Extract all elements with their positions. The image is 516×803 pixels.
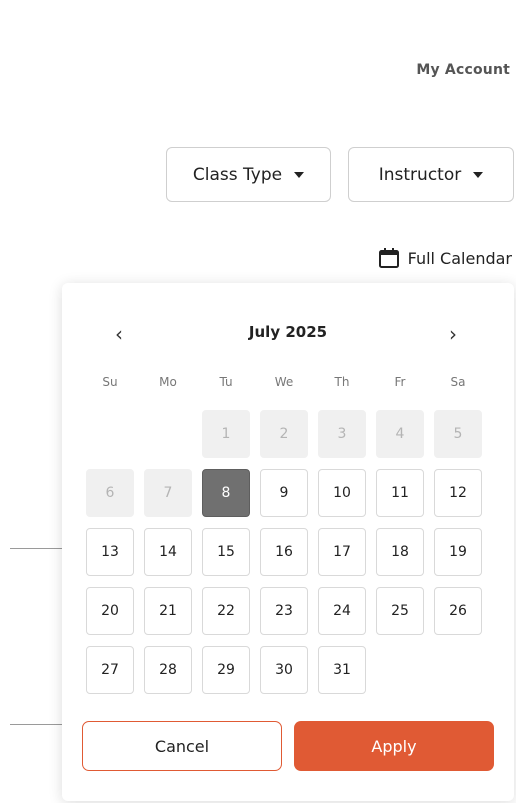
day-cell[interactable]: 28 (144, 646, 192, 694)
day-cell[interactable]: 12 (434, 469, 482, 517)
day-cell[interactable]: 20 (86, 587, 134, 635)
day-cell-disabled: 3 (318, 410, 366, 458)
day-cell[interactable]: 24 (318, 587, 366, 635)
day-cell-disabled: 2 (260, 410, 308, 458)
day-cell[interactable]: 29 (202, 646, 250, 694)
month-header: ‹ July 2025 › (62, 321, 514, 347)
day-cell[interactable]: 25 (376, 587, 424, 635)
day-cell[interactable]: 18 (376, 528, 424, 576)
day-cell[interactable]: 15 (202, 528, 250, 576)
apply-button[interactable]: Apply (294, 721, 494, 771)
day-cell-disabled: 5 (434, 410, 482, 458)
day-cell[interactable]: 23 (260, 587, 308, 635)
instructor-label: Instructor (378, 164, 462, 185)
empty-day-cell (86, 410, 134, 458)
my-account-link[interactable]: My Account (416, 62, 510, 78)
day-cell[interactable]: 10 (318, 469, 366, 517)
weekday-label: Tu (219, 375, 233, 389)
weekday-label: Sa (450, 375, 466, 389)
weekday-label: Fr (394, 375, 406, 389)
day-cell[interactable]: 30 (260, 646, 308, 694)
class-type-label: Class Type (192, 164, 283, 185)
day-cell-disabled: 7 (144, 469, 192, 517)
calendar-icon (378, 248, 399, 268)
day-cell[interactable]: 27 (86, 646, 134, 694)
chevron-right-icon[interactable]: › (438, 321, 468, 347)
day-grid: 1 2 3 4 5 6 7 8 9 10 11 12 13 14 15 16 1… (86, 410, 482, 694)
weekday-label: We (274, 375, 294, 389)
empty-day-cell (144, 410, 192, 458)
day-cell[interactable]: 19 (434, 528, 482, 576)
day-cell[interactable]: 31 (318, 646, 366, 694)
cancel-button[interactable]: Cancel (82, 721, 282, 771)
day-cell[interactable]: 14 (144, 528, 192, 576)
weekday-label: Su (102, 375, 118, 389)
date-picker-popover: ‹ July 2025 › Su Mo Tu We Th Fr Sa 1 2 3… (62, 283, 514, 801)
day-cell-disabled: 4 (376, 410, 424, 458)
instructor-dropdown[interactable]: Instructor (348, 147, 514, 202)
caret-down-icon (294, 171, 305, 178)
day-cell[interactable]: 13 (86, 528, 134, 576)
day-cell[interactable]: 9 (260, 469, 308, 517)
day-cell[interactable]: 16 (260, 528, 308, 576)
day-cell[interactable]: 21 (144, 587, 192, 635)
page: My Account Class Type Instructor Full Ca… (0, 0, 516, 803)
weekday-label: Th (334, 375, 350, 389)
day-cell[interactable]: 26 (434, 587, 482, 635)
full-calendar-link[interactable]: Full Calendar (378, 247, 512, 269)
weekday-label: Mo (159, 375, 177, 389)
background-divider (10, 548, 70, 549)
background-divider (10, 724, 70, 725)
day-cell[interactable]: 11 (376, 469, 424, 517)
weekday-header-row: Su Mo Tu We Th Fr Sa (86, 375, 482, 389)
caret-down-icon (473, 171, 484, 178)
day-cell-disabled: 1 (202, 410, 250, 458)
picker-actions: Cancel Apply (82, 721, 494, 771)
day-cell-disabled: 6 (86, 469, 134, 517)
class-type-dropdown[interactable]: Class Type (166, 147, 331, 202)
day-cell[interactable]: 22 (202, 587, 250, 635)
full-calendar-label: Full Calendar (407, 248, 512, 268)
day-cell[interactable]: 17 (318, 528, 366, 576)
day-cell-selected[interactable]: 8 (202, 469, 250, 517)
